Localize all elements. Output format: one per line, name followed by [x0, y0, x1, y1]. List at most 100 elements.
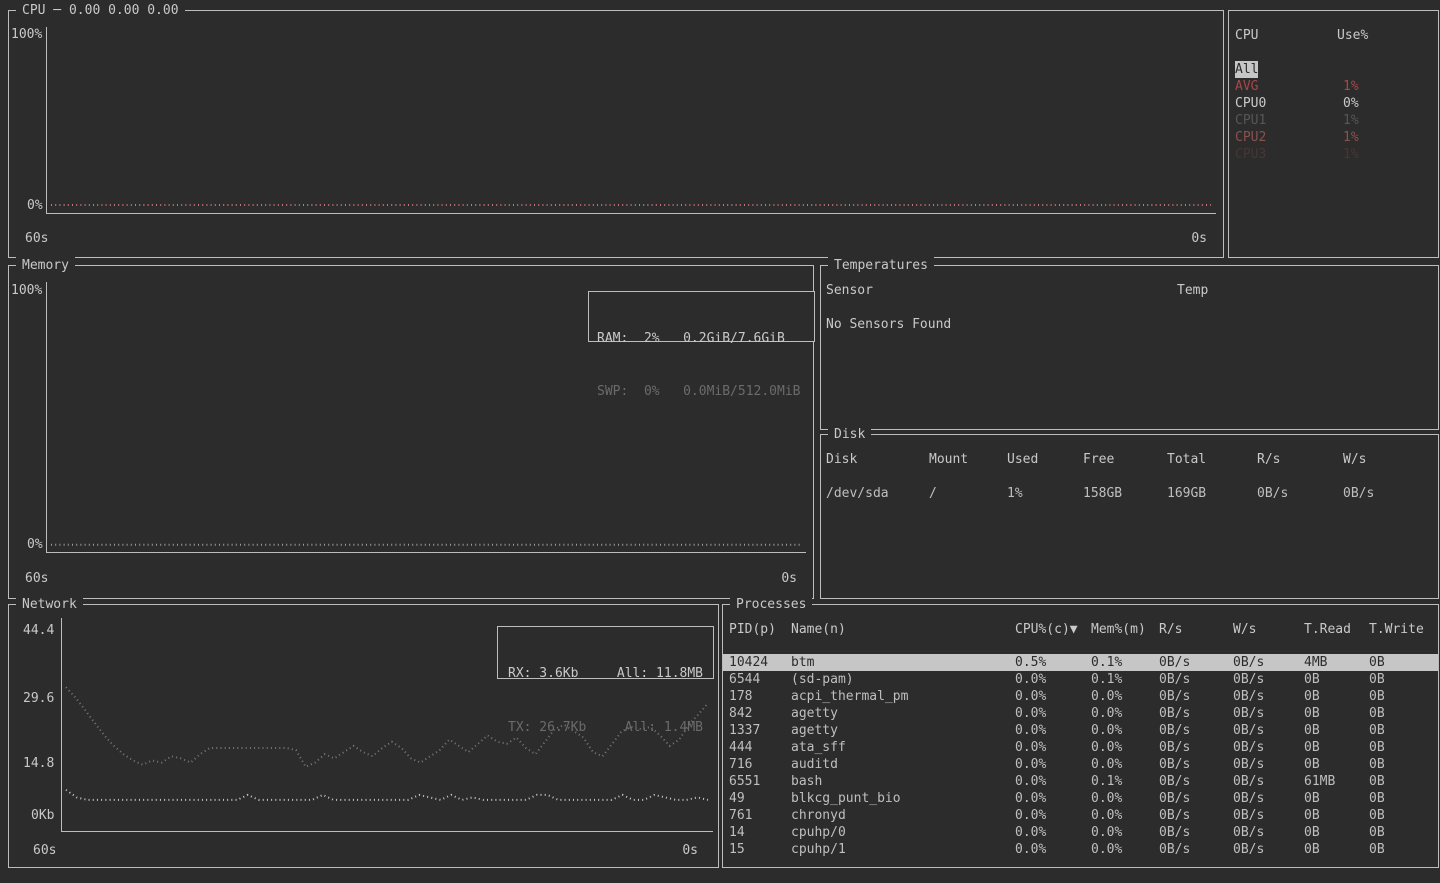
cpu-legend-row[interactable]: CPU11% — [1235, 112, 1432, 129]
process-cell: 0.0% — [1015, 841, 1091, 858]
process-cell: 0B/s — [1233, 824, 1304, 841]
process-col-ws[interactable]: W/s — [1233, 621, 1304, 638]
process-cell: 0.0% — [1091, 722, 1159, 739]
process-col-cpu-sort[interactable]: CPU%(c)▼ — [1015, 621, 1091, 638]
process-cell: 0.0% — [1015, 705, 1091, 722]
cpu-panel-title: CPU ─ 0.00 0.00 0.00 — [16, 2, 185, 19]
process-cell: 0.0% — [1015, 756, 1091, 773]
processes-panel[interactable]: Processes PID(p) Name(n) CPU%(c)▼ Mem%(m… — [722, 604, 1439, 868]
processes-panel-title: Processes — [730, 596, 812, 613]
process-row[interactable]: 716auditd0.0%0.0%0B/s0B/s0B0B — [723, 756, 1438, 773]
network-legend-tx: TX: 26.7Kb — [508, 718, 586, 738]
process-cell: 0B/s — [1233, 671, 1304, 688]
temperatures-col-sensor: Sensor — [826, 282, 873, 299]
cpu-legend-use: 0% — [1343, 95, 1359, 112]
process-row[interactable]: 1337agetty0.0%0.0%0B/s0B/s0B0B — [723, 722, 1438, 739]
process-row[interactable]: 14cpuhp/00.0%0.0%0B/s0B/s0B0B — [723, 824, 1438, 841]
cpu-legend-row[interactable]: CPU21% — [1235, 129, 1432, 146]
temperatures-col-temp: Temp — [1177, 282, 1208, 299]
memory-panel-title: Memory — [16, 257, 75, 274]
disk-row[interactable]: /dev/sda/1%158GB169GB0B/s0B/s — [821, 485, 1438, 502]
process-row[interactable]: 6544(sd-pam)0.0%0.1%0B/s0B/s0B0B — [723, 671, 1438, 688]
process-row[interactable]: 6551bash0.0%0.1%0B/s0B/s61MB0B — [723, 773, 1438, 790]
process-cell: 0B/s — [1233, 705, 1304, 722]
network-y-label-3: 44.4 — [23, 622, 54, 639]
process-row[interactable]: 178acpi_thermal_pm0.0%0.0%0B/s0B/s0B0B — [723, 688, 1438, 705]
cpu-legend-row[interactable]: CPU0 0% — [1235, 95, 1432, 112]
process-cell: 0B — [1304, 739, 1369, 756]
process-cell: 0.0% — [1091, 841, 1159, 858]
cpu-legend-row[interactable]: AVG1% — [1235, 78, 1432, 95]
process-cell: 0.1% — [1091, 654, 1159, 671]
cpu-legend-use: 1% — [1343, 146, 1359, 163]
process-cell: 444 — [729, 739, 791, 756]
process-cell: 0B/s — [1159, 756, 1233, 773]
process-cell: 0B — [1369, 773, 1438, 790]
process-cell: 0B — [1369, 807, 1438, 824]
memory-panel[interactable]: Memory 100% 0% 60s 0s RAM: 2% 0.2GiB/7.6… — [8, 265, 814, 599]
process-cell: 716 — [729, 756, 791, 773]
cpu-usage-chart — [48, 27, 1214, 213]
process-cell: 15 — [729, 841, 791, 858]
network-y-label-1: 14.8 — [23, 755, 54, 772]
network-legend-tx-all: All: 1.4MB — [625, 718, 703, 738]
disk-cell: 169GB — [1167, 485, 1257, 502]
disk-col-used: Used — [1007, 451, 1083, 468]
cpu-legend-use: 1% — [1343, 129, 1359, 146]
network-panel[interactable]: Network 44.4 29.6 14.8 0Kb 60s 0s RX: 3.… — [8, 604, 719, 868]
process-col-pid[interactable]: PID(p) — [729, 621, 791, 638]
process-cell: 0.0% — [1091, 790, 1159, 807]
process-cell: 0.0% — [1015, 807, 1091, 824]
cpu-y-max-label: 100% — [11, 26, 42, 43]
cpu-legend-panel[interactable]: CPU Use% AllAVG1%CPU00%CPU11%CPU21%CPU31… — [1228, 10, 1439, 258]
network-legend-rx-all: All: 11.8MB — [617, 664, 703, 684]
process-col-twrite[interactable]: T.Write — [1369, 621, 1438, 638]
process-cell: 0B/s — [1159, 722, 1233, 739]
process-row[interactable]: 10424btm0.5%0.1%0B/s0B/s4MB0B — [723, 654, 1438, 671]
process-cell: 0B — [1369, 671, 1438, 688]
process-cell: 0B/s — [1159, 807, 1233, 824]
process-cell: 0.0% — [1015, 688, 1091, 705]
disk-rows: /dev/sda/1%158GB169GB0B/s0B/s — [821, 485, 1438, 502]
cpu-legend-row[interactable]: CPU31% — [1235, 146, 1432, 163]
disk-col-disk: Disk — [826, 451, 929, 468]
process-row[interactable]: 15cpuhp/10.0%0.0%0B/s0B/s0B0B — [723, 841, 1438, 858]
process-row[interactable]: 761chronyd0.0%0.0%0B/s0B/s0B0B — [723, 807, 1438, 824]
process-col-name[interactable]: Name(n) — [791, 621, 1015, 638]
network-legend-rx-row: RX: 3.6Kb All: 11.8MB — [498, 664, 713, 684]
process-cell: 0B — [1369, 705, 1438, 722]
process-cell: 0B — [1369, 790, 1438, 807]
process-cell: bash — [791, 773, 1015, 790]
disk-panel[interactable]: Disk Disk Mount Used Free Total R/s W/s … — [820, 434, 1439, 599]
process-cell: ata_sff — [791, 739, 1015, 756]
process-row[interactable]: 444ata_sff0.0%0.0%0B/s0B/s0B0B — [723, 739, 1438, 756]
cpu-panel[interactable]: CPU ─ 0.00 0.00 0.00 100% 0% 60s 0s — [8, 10, 1224, 258]
temperatures-panel[interactable]: Temperatures Sensor Temp No Sensors Foun… — [820, 265, 1439, 430]
process-cell: chronyd — [791, 807, 1015, 824]
process-cell: 0.5% — [1015, 654, 1091, 671]
cpu-legend-row[interactable]: All — [1235, 61, 1432, 78]
cpu-legend-name: CPU0 — [1235, 95, 1266, 112]
process-cell: 0.0% — [1015, 671, 1091, 688]
process-col-tread[interactable]: T.Read — [1304, 621, 1369, 638]
disk-col-ws: W/s — [1343, 451, 1438, 468]
process-cell: 0.1% — [1091, 671, 1159, 688]
process-cell: 0B — [1304, 790, 1369, 807]
network-legend-tx-row: TX: 26.7Kb All: 1.4MB — [498, 718, 713, 738]
process-cell: 0B — [1304, 722, 1369, 739]
process-col-mem[interactable]: Mem%(m) — [1091, 621, 1159, 638]
process-row[interactable]: 842agetty0.0%0.0%0B/s0B/s0B0B — [723, 705, 1438, 722]
process-col-rs[interactable]: R/s — [1159, 621, 1233, 638]
process-header-row: PID(p) Name(n) CPU%(c)▼ Mem%(m) R/s W/s … — [723, 621, 1438, 638]
memory-legend-ram: RAM: 2% 0.2GiB/7.6GiB — [597, 329, 814, 348]
process-cell: agetty — [791, 705, 1015, 722]
network-x-left-label: 60s — [33, 842, 56, 859]
disk-cell: 1% — [1007, 485, 1083, 502]
process-cell: acpi_thermal_pm — [791, 688, 1015, 705]
process-cell: 0B — [1304, 824, 1369, 841]
process-row[interactable]: 49blkcg_punt_bio0.0%0.0%0B/s0B/s0B0B — [723, 790, 1438, 807]
memory-y-min-label: 0% — [27, 536, 43, 553]
disk-panel-title: Disk — [828, 426, 871, 443]
process-cell: 0B — [1369, 756, 1438, 773]
process-cell: 10424 — [729, 654, 791, 671]
